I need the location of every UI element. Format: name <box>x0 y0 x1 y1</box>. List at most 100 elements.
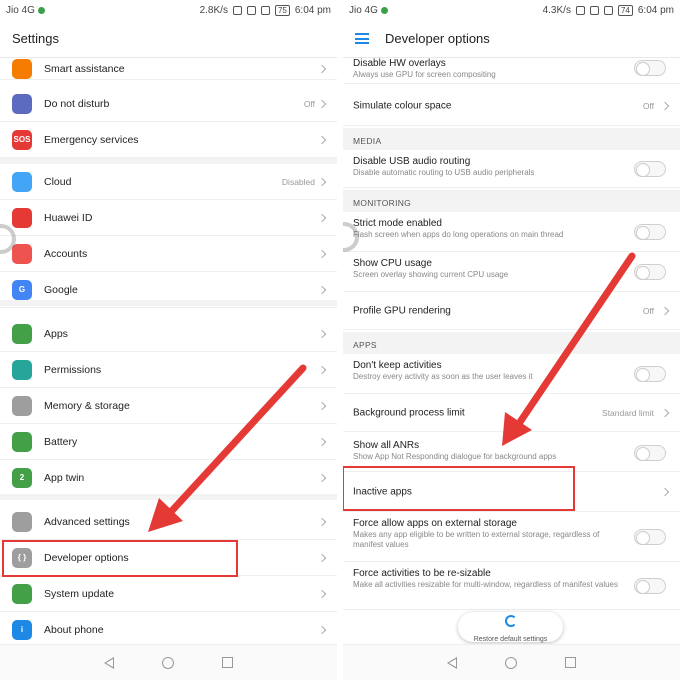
restore-default-button[interactable]: Restore default settings <box>458 612 563 643</box>
settings-item-label: Smart assistance <box>44 62 125 75</box>
dev-option-label: Disable USB audio routing <box>353 156 471 167</box>
dev-option-show-cpu-usage[interactable]: Show CPU usage Screen overlay showing cur… <box>343 252 680 292</box>
settings-item-google[interactable]: G Google <box>0 272 337 308</box>
settings-item-advanced-settings[interactable]: Advanced settings <box>0 504 337 540</box>
dev-option-force-activities-to-be-re-sizable[interactable]: Force activities to be re-sizable Make al… <box>343 562 680 610</box>
gear-icon <box>12 511 32 532</box>
dev-option-profile-gpu-rendering[interactable]: Profile GPU rendering Off <box>343 292 680 330</box>
navigation-bar <box>0 644 337 680</box>
settings-item-label: Advanced settings <box>44 515 130 528</box>
settings-item-value: Disabled <box>281 176 315 187</box>
wifi-icon <box>260 5 270 15</box>
dev-option-strict-mode-enabled[interactable]: Strict mode enabled Flash screen when app… <box>343 212 680 252</box>
back-icon[interactable] <box>104 656 114 669</box>
toggle-switch[interactable] <box>634 160 666 177</box>
settings-item-apps[interactable]: Apps <box>0 316 337 352</box>
chevron-right-icon <box>317 517 327 526</box>
settings-item-battery[interactable]: Battery <box>0 424 337 460</box>
home-icon[interactable] <box>505 656 517 669</box>
settings-item-label: Battery <box>44 435 78 448</box>
google-icon: G <box>12 279 32 300</box>
dev-option-description: Always use GPU for screen compositing <box>353 70 496 79</box>
wifi-icon <box>603 5 613 15</box>
info-icon: i <box>12 619 32 640</box>
settings-item-cloud[interactable]: Cloud Disabled <box>0 164 337 200</box>
section-header: MONITORING <box>343 190 680 212</box>
recents-icon[interactable] <box>222 657 233 668</box>
update-icon <box>12 583 32 604</box>
section-header: APPS <box>343 332 680 354</box>
dev-option-label: Disable HW overlays <box>353 58 446 69</box>
settings-item-accounts[interactable]: Accounts <box>0 236 337 272</box>
chevron-right-icon <box>317 589 327 598</box>
chevron-right-icon <box>317 437 327 446</box>
moon-icon <box>12 93 32 114</box>
volte-icon <box>589 5 599 15</box>
page-title: Settings <box>12 31 59 46</box>
settings-item-memory-storage[interactable]: Memory & storage <box>0 388 337 424</box>
settings-item-huawei-id[interactable]: Huawei ID <box>0 200 337 236</box>
whatsapp-icon <box>380 6 388 14</box>
toggle-switch[interactable] <box>634 263 666 280</box>
account-icon <box>12 243 32 264</box>
dev-option-description: Screen overlay showing current CPU usage <box>353 270 509 279</box>
dev-option-description: Make all activities resizable for multi-… <box>353 580 618 589</box>
settings-item-label: Do not disturb <box>44 97 110 110</box>
settings-item-about-phone[interactable]: i About phone <box>0 612 337 648</box>
chevron-right-icon <box>317 64 327 73</box>
dev-option-label: Profile GPU rendering <box>353 305 451 316</box>
dev-option-value: Off <box>642 100 654 111</box>
inactive-apps-highlight <box>343 466 575 511</box>
chevron-right-icon <box>317 553 327 562</box>
chevron-right-icon <box>317 473 327 482</box>
chevron-right-icon <box>660 306 670 315</box>
toggle-switch[interactable] <box>634 365 666 382</box>
settings-item-permissions[interactable]: Permissions <box>0 352 337 388</box>
dev-option-disable-usb-audio-routing[interactable]: Disable USB audio routing Disable automat… <box>343 150 680 188</box>
dev-option-label: Background process limit <box>353 407 465 418</box>
battery-level: 74 <box>617 4 633 16</box>
status-bar: Jio 4G 2.8K/s 75 6:04 pm <box>0 0 337 20</box>
dev-option-simulate-colour-space[interactable]: Simulate colour space Off <box>343 86 680 126</box>
menu-icon[interactable] <box>355 33 369 44</box>
dev-option-don-t-keep-activities[interactable]: Don't keep activities Destroy every activ… <box>343 354 680 394</box>
settings-item-label: Permissions <box>44 363 102 376</box>
dev-option-disable-hw-overlays[interactable]: Disable HW overlays Always use GPU for sc… <box>343 52 680 84</box>
back-icon[interactable] <box>447 656 457 669</box>
battery-level: 75 <box>274 4 290 16</box>
settings-item-label: Apps <box>44 327 68 340</box>
dev-option-label: Simulate colour space <box>353 100 452 111</box>
developer-options-highlight <box>2 540 238 577</box>
settings-screen: Jio 4G 2.8K/s 75 6:04 pm Settings Smart … <box>0 0 337 680</box>
toggle-switch[interactable] <box>634 528 666 545</box>
toggle-switch[interactable] <box>634 59 666 76</box>
settings-item-do-not-disturb[interactable]: Do not disturb Off <box>0 86 337 122</box>
dev-option-label: Show CPU usage <box>353 258 432 269</box>
vibrate-icon <box>232 5 242 15</box>
chevron-right-icon <box>317 249 327 258</box>
chevron-right-icon <box>660 408 670 417</box>
toggle-switch[interactable] <box>634 223 666 240</box>
chevron-right-icon <box>317 177 327 186</box>
chevron-right-icon <box>317 365 327 374</box>
dev-option-description: Flash screen when apps do long operation… <box>353 230 564 239</box>
settings-item-emergency-services[interactable]: SOS Emergency services <box>0 122 337 158</box>
recents-icon[interactable] <box>565 657 576 668</box>
settings-item-app-twin[interactable]: 2 App twin <box>0 460 337 496</box>
key-icon <box>12 359 32 380</box>
dev-option-background-process-limit[interactable]: Background process limit Standard limit <box>343 394 680 432</box>
restore-default-label: Restore default settings <box>473 636 548 643</box>
page-title: Developer options <box>385 31 490 46</box>
chevron-right-icon <box>317 329 327 338</box>
navigation-bar <box>343 644 680 680</box>
toggle-switch[interactable] <box>634 444 666 461</box>
settings-item-label: Google <box>44 283 78 296</box>
dev-option-description: Makes any app eligible to be written to … <box>353 530 600 549</box>
app-twin-icon: 2 <box>12 467 32 488</box>
settings-item-system-update[interactable]: System update <box>0 576 337 612</box>
settings-item-smart-assistance[interactable]: Smart assistance <box>0 58 337 80</box>
dev-option-force-allow-apps-on-external-storage[interactable]: Force allow apps on external storage Make… <box>343 512 680 562</box>
toggle-switch[interactable] <box>634 577 666 594</box>
home-icon[interactable] <box>162 656 174 669</box>
clock: 6:04 pm <box>637 4 674 16</box>
